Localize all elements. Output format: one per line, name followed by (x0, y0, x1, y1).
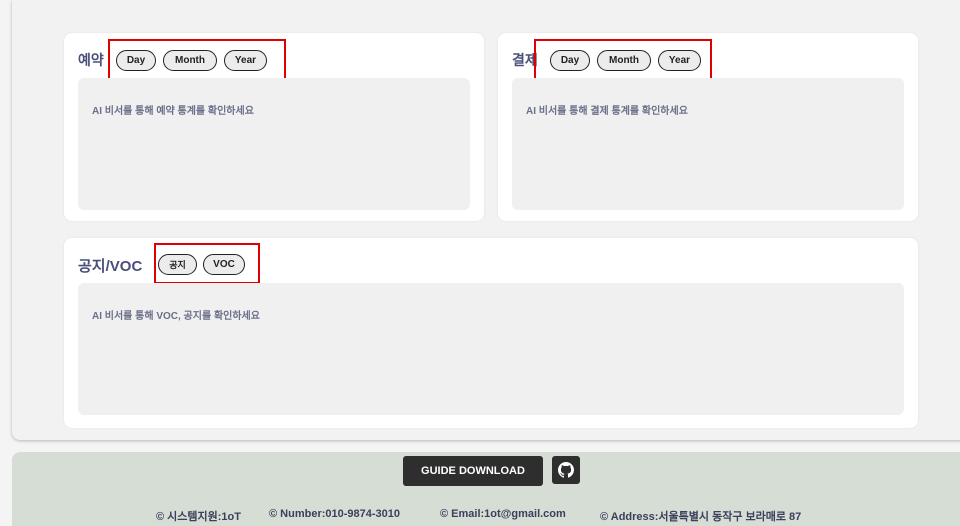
reservation-day-button[interactable]: Day (116, 50, 156, 71)
footer-address: © Address:서울특별시 동작구 보라매로 87 (600, 511, 802, 523)
footer: GUIDE DOWNLOAD © 시스템지원:1oT © Number:010-… (12, 452, 960, 526)
dashboard-panel: 예약 Day Month Year AI 비서를 통해 예약 통계를 확인하세요… (12, 0, 960, 440)
reservation-hint: AI 비서를 통해 예약 통계를 확인하세요 (92, 106, 254, 117)
footer-email: © Email:1ot@gmail.com (440, 508, 566, 520)
github-button[interactable] (552, 456, 580, 484)
payment-hint: AI 비서를 통해 결제 통계를 확인하세요 (526, 106, 688, 117)
payment-day-button[interactable]: Day (550, 50, 590, 71)
footer-phone: © Number:010-9874-3010 (269, 508, 401, 520)
payment-month-button[interactable]: Month (597, 50, 651, 71)
notice-voc-hint: AI 비서를 통해 VOC, 공지를 확인하세요 (92, 311, 260, 322)
notice-voc-chat-area: AI 비서를 통해 VOC, 공지를 확인하세요 (78, 283, 904, 415)
notice-button[interactable]: 공지 (158, 254, 197, 275)
github-icon (558, 462, 574, 478)
notice-voc-card: 공지/VOC 공지 VOC AI 비서를 통해 VOC, 공지를 확인하세요 (64, 238, 918, 428)
footer-support: © 시스템지원:1oT (156, 511, 241, 523)
reservation-chat-area: AI 비서를 통해 예약 통계를 확인하세요 (78, 78, 470, 210)
payment-year-button[interactable]: Year (658, 50, 701, 71)
reservation-month-button[interactable]: Month (163, 50, 217, 71)
payment-chat-area: AI 비서를 통해 결제 통계를 확인하세요 (512, 78, 904, 210)
reservation-card: 예약 Day Month Year AI 비서를 통해 예약 통계를 확인하세요 (64, 33, 484, 221)
payment-card: 결제 Day Month Year AI 비서를 통해 결제 통계를 확인하세요 (498, 33, 918, 221)
voc-button[interactable]: VOC (203, 254, 245, 275)
reservation-title: 예약 (78, 52, 104, 68)
notice-voc-title: 공지/VOC (78, 258, 143, 275)
reservation-year-button[interactable]: Year (224, 50, 267, 71)
guide-download-button[interactable]: GUIDE DOWNLOAD (403, 456, 543, 486)
